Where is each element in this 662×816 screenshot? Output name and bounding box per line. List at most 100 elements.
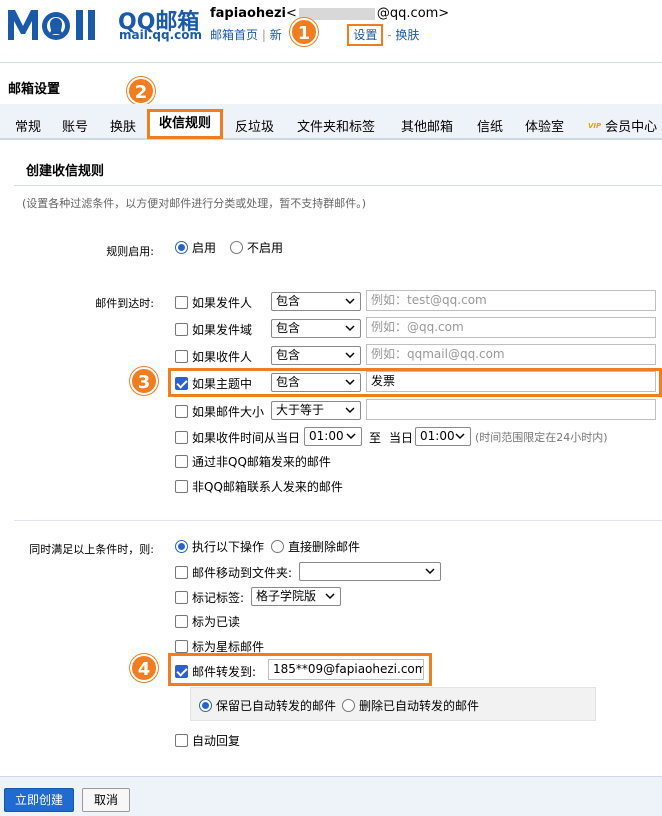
condition-sender-input[interactable]: 例如：test@qq.com <box>366 290 656 311</box>
condition-size-op-select[interactable]: 大于等于 <box>271 401 361 420</box>
condition-recipient-input[interactable]: 例如：qqmail@qq.com <box>366 344 656 365</box>
checkbox-icon <box>175 323 188 336</box>
condition-label: 如果邮件大小 <box>192 405 265 419</box>
tab-folders-tags[interactable]: 文件夹和标签 <box>297 116 375 135</box>
action-delete-label: 直接删除邮件 <box>288 540 361 554</box>
mail-logo-icon[interactable] <box>6 6 114 42</box>
select-value: 01:00 <box>420 429 455 443</box>
cancel-button[interactable]: 取消 <box>82 788 130 812</box>
tab-stationery[interactable]: 信纸 <box>477 116 503 135</box>
tab-member-center[interactable]: VIP 会员中心 <box>588 116 657 135</box>
new-link-partial[interactable]: 新 <box>270 28 282 42</box>
condition-label: 如果主题中 <box>192 377 253 391</box>
checkbox-icon <box>175 640 188 653</box>
email-domain: @qq.com> <box>376 6 450 21</box>
settings-link-highlight: 设置 <box>347 24 384 46</box>
auto-reply-checkbox[interactable]: 自动回复 <box>175 732 240 749</box>
mark-tag-label: 标记标签: <box>192 591 245 605</box>
mark-tag-checkbox[interactable]: 标记标签: <box>175 589 244 606</box>
non-contact-label: 非QQ邮箱联系人发来的邮件 <box>192 480 343 494</box>
non-qq-checkbox[interactable]: 通过非QQ邮箱发来的邮件 <box>175 453 331 470</box>
condition-sender-domain-checkbox[interactable]: 如果发件域 <box>175 321 252 338</box>
condition-sender-checkbox[interactable]: 如果发件人 <box>175 294 252 311</box>
tab-other-mailbox[interactable]: 其他邮箱 <box>401 116 453 135</box>
checkbox-icon <box>175 455 188 468</box>
mark-read-checkbox[interactable]: 标为已读 <box>175 613 240 630</box>
condition-label: 如果发件人 <box>192 296 253 310</box>
time-day-label: 当日 <box>389 431 414 445</box>
action-exec-radio[interactable]: 执行以下操作 <box>175 538 264 555</box>
tab-anti-spam[interactable]: 反垃圾 <box>235 116 274 135</box>
chevron-down-icon <box>325 593 335 600</box>
skin-link[interactable]: 换肤 <box>395 28 419 42</box>
condition-size-checkbox[interactable]: 如果邮件大小 <box>175 403 264 420</box>
condition-label: 如果收件时间从当日 <box>192 431 301 445</box>
page-title: 邮箱设置 <box>8 82 61 97</box>
link-separator: - <box>387 28 392 42</box>
settings-link[interactable]: 设置 <box>353 28 377 42</box>
step-badge-2: 2 <box>127 77 155 105</box>
move-folder-checkbox[interactable]: 邮件移动到文件夹: <box>175 564 292 581</box>
condition-sender-domain-input[interactable]: 例如：@qq.com <box>366 317 656 338</box>
condition-subject-op-select[interactable]: 包含 <box>271 373 361 392</box>
radio-icon <box>342 699 355 712</box>
condition-recipient-checkbox[interactable]: 如果收件人 <box>175 348 252 365</box>
tag-select[interactable]: 格子学院版 <box>251 587 341 606</box>
chevron-down-icon <box>345 352 355 359</box>
non-qq-label: 通过非QQ邮箱发来的邮件 <box>192 455 331 469</box>
checkbox-icon <box>175 296 188 309</box>
email-open: < <box>286 6 297 21</box>
select-value: 包含 <box>276 375 301 389</box>
auto-reply-label: 自动回复 <box>192 734 241 748</box>
step-badge-4: 4 <box>130 654 158 682</box>
delete-forwarded-radio[interactable]: 删除已自动转发的邮件 <box>342 697 479 714</box>
condition-sender-domain-op-select[interactable]: 包含 <box>271 319 361 338</box>
step-badge-3: 3 <box>130 367 158 395</box>
select-value: 大于等于 <box>276 403 325 417</box>
condition-time-checkbox[interactable]: 如果收件时间从当日 <box>175 429 300 446</box>
time-to-select[interactable]: 01:00 <box>415 427 471 446</box>
non-contact-checkbox[interactable]: 非QQ邮箱联系人发来的邮件 <box>175 478 343 495</box>
chevron-down-icon <box>345 407 355 414</box>
condition-label: 如果发件域 <box>192 323 253 337</box>
time-range-note: (时间范围限定在24小时内) <box>475 431 608 444</box>
checkbox-checked-icon <box>175 665 188 678</box>
condition-size-input[interactable] <box>366 399 656 420</box>
select-value: 01:00 <box>309 429 344 443</box>
tab-general[interactable]: 常规 <box>15 116 41 135</box>
forward-label: 邮件转发到: <box>192 665 257 679</box>
create-rule-title: 创建收信规则 <box>26 164 105 179</box>
enable-off-radio[interactable]: 不启用 <box>230 239 283 256</box>
divider <box>14 520 662 521</box>
move-folder-select[interactable] <box>299 562 441 581</box>
chevron-down-icon <box>345 379 355 386</box>
condition-subject-checkbox[interactable]: 如果主题中 <box>175 375 252 392</box>
condition-sender-op-select[interactable]: 包含 <box>271 292 361 311</box>
action-exec-label: 执行以下操作 <box>192 540 265 554</box>
checkbox-icon <box>175 734 188 747</box>
redacted-email <box>298 7 375 20</box>
chevron-down-icon <box>455 433 465 440</box>
radio-icon <box>271 540 284 553</box>
condition-recipient-op-select[interactable]: 包含 <box>271 346 361 365</box>
move-folder-label: 邮件移动到文件夹: <box>192 566 293 580</box>
checkbox-icon <box>175 566 188 579</box>
condition-subject-input[interactable]: 发票 <box>366 371 656 392</box>
tab-account[interactable]: 账号 <box>62 116 88 135</box>
settings-title-bar: 邮箱设置 <box>0 62 662 102</box>
mark-read-label: 标为已读 <box>192 615 241 629</box>
divider <box>14 185 662 186</box>
time-from-select[interactable]: 01:00 <box>304 427 362 446</box>
condition-label: 如果收件人 <box>192 350 253 364</box>
tab-receive-rules[interactable]: 收信规则 <box>147 109 224 139</box>
mailbox-home-link[interactable]: 邮箱首页 <box>210 28 258 42</box>
create-button[interactable]: 立即创建 <box>4 788 74 812</box>
enable-on-radio[interactable]: 启用 <box>175 239 216 256</box>
action-delete-radio[interactable]: 直接删除邮件 <box>271 538 360 555</box>
forward-checkbox[interactable]: 邮件转发到: <box>175 663 256 680</box>
forward-address-input[interactable]: 185**09@fapiaohezi.com <box>268 659 424 680</box>
enable-on-label: 启用 <box>192 241 217 255</box>
tab-skin[interactable]: 换肤 <box>110 116 136 135</box>
keep-forwarded-radio[interactable]: 保留已自动转发的邮件 <box>199 697 336 714</box>
tab-lab[interactable]: 体验室 <box>525 116 564 135</box>
